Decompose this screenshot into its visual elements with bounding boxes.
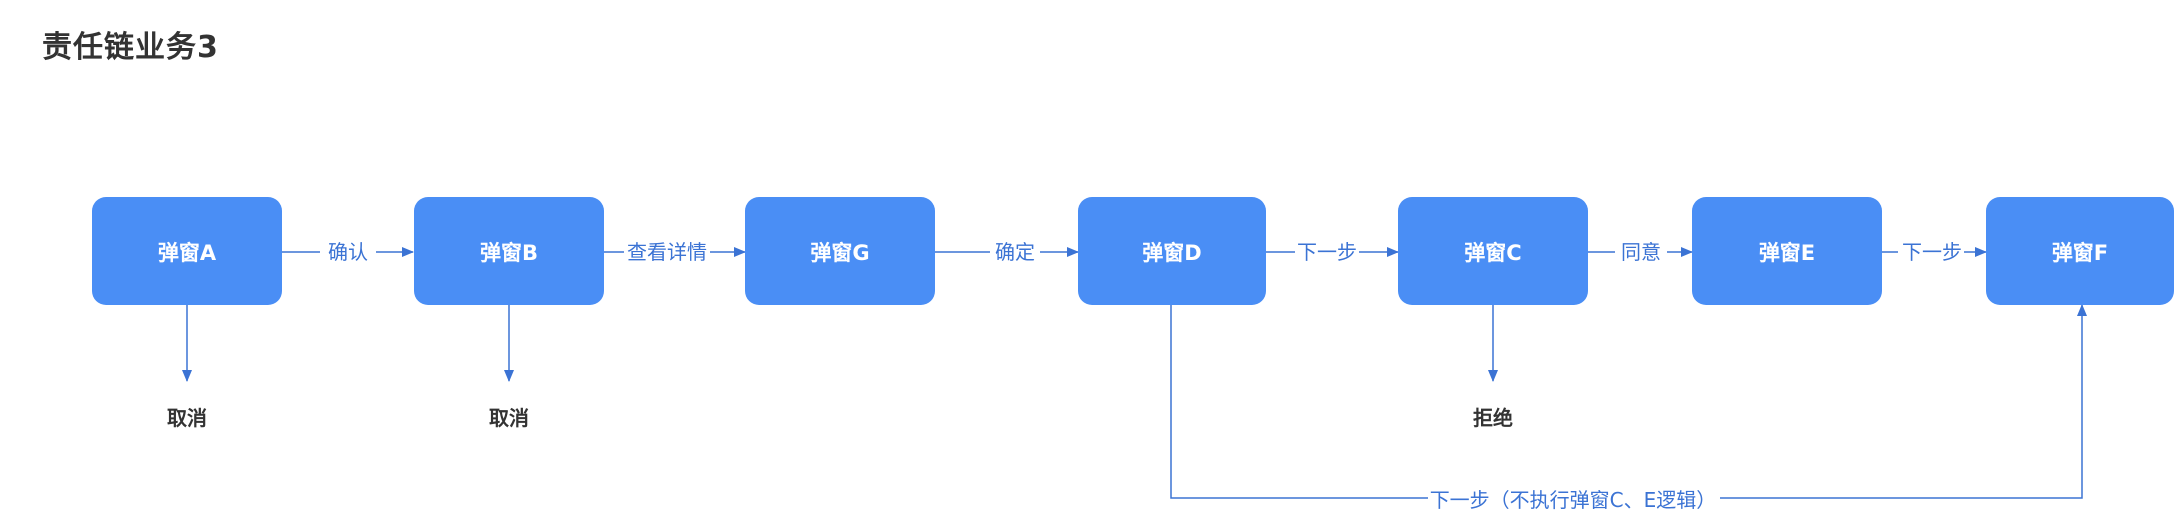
node-popup-d[interactable]: 弹窗D <box>1078 197 1266 305</box>
endpoint-reject-c: 拒绝 <box>1473 406 1513 430</box>
edge-b-g: 查看详情 <box>604 238 746 266</box>
endpoint-cancel-b: 取消 <box>489 406 529 430</box>
node-label-c: 弹窗C <box>1464 241 1521 265</box>
node-popup-a[interactable]: 弹窗A <box>92 197 282 305</box>
node-popup-g[interactable]: 弹窗G <box>745 197 935 305</box>
edge-label-e-f: 下一步 <box>1902 240 1962 264</box>
node-popup-b[interactable]: 弹窗B <box>414 197 604 305</box>
edge-label-c-e: 同意 <box>1621 240 1661 264</box>
edge-label-g-d: 确定 <box>995 240 1035 264</box>
edge-label-b-g: 查看详情 <box>627 240 707 264</box>
node-label-d: 弹窗D <box>1142 241 1201 265</box>
node-label-b: 弹窗B <box>480 241 538 265</box>
edge-e-f: 下一步 <box>1882 238 1987 266</box>
node-popup-f[interactable]: 弹窗F <box>1986 197 2174 305</box>
node-popup-e[interactable]: 弹窗E <box>1692 197 1882 305</box>
node-popup-c[interactable]: 弹窗C <box>1398 197 1588 305</box>
endpoint-cancel-a: 取消 <box>167 406 207 430</box>
edge-c-e: 同意 <box>1588 238 1693 266</box>
edge-a-b: 确认 <box>282 238 414 266</box>
edge-d-c: 下一步 <box>1266 238 1399 266</box>
edge-label-a-b: 确认 <box>328 240 368 264</box>
edge-label-d-f: 下一步（不执行弹窗C、E逻辑） <box>1430 488 1717 512</box>
edge-label-d-c: 下一步 <box>1297 240 1357 264</box>
node-label-g: 弹窗G <box>810 241 869 265</box>
edge-g-d: 确定 <box>935 238 1079 266</box>
node-label-e: 弹窗E <box>1759 241 1815 265</box>
node-label-a: 弹窗A <box>158 241 217 265</box>
node-label-f: 弹窗F <box>2052 241 2108 265</box>
flow-diagram: 确认 查看详情 确定 下一步 同意 下一步 下一步（不执行弹窗C、E逻辑） 取消… <box>92 197 2174 512</box>
edge-d-f-bypass: 下一步（不执行弹窗C、E逻辑） <box>1170 304 2087 512</box>
